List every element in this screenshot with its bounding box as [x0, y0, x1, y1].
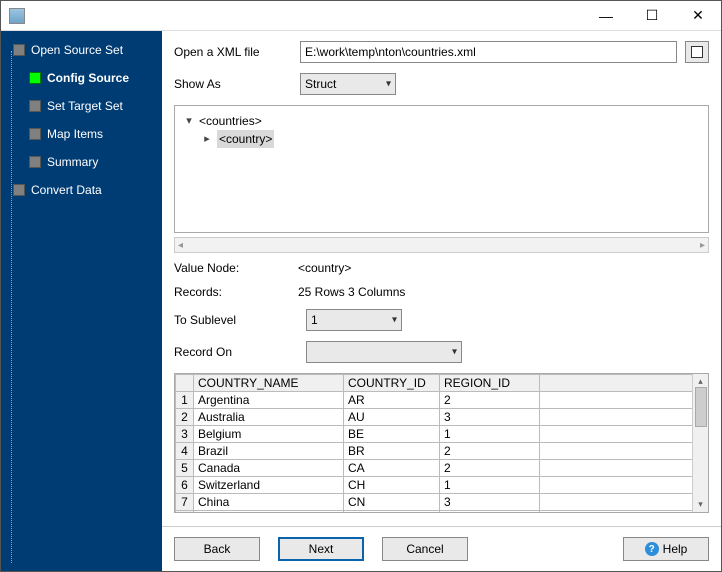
scroll-down-icon[interactable]: ▾	[698, 499, 703, 510]
grid-corner	[176, 375, 194, 392]
nav-label: Config Source	[47, 71, 129, 85]
combo-value: 1	[311, 313, 318, 327]
records-value: 25 Rows 3 Columns	[298, 285, 405, 299]
show-as-label: Show As	[174, 77, 292, 91]
nav-label: Set Target Set	[47, 99, 123, 113]
xml-tree[interactable]: ▾ <countries> ▸ <country>	[174, 105, 709, 233]
nav-config-source[interactable]: Config Source	[5, 67, 158, 89]
record-on-combo[interactable]: ▾	[306, 341, 462, 363]
tree-hscroll[interactable]: ◂ ▸	[174, 237, 709, 253]
expand-icon[interactable]: ▸	[201, 130, 213, 148]
scroll-right-icon[interactable]: ▸	[700, 240, 705, 251]
xml-path-input[interactable]	[300, 41, 677, 63]
browse-icon	[691, 46, 703, 58]
grid-vscroll[interactable]: ▴ ▾	[692, 374, 708, 512]
record-on-label: Record On	[174, 345, 298, 359]
combo-value: Struct	[305, 77, 336, 91]
chevron-down-icon: ▾	[452, 347, 457, 358]
scroll-left-icon[interactable]: ◂	[178, 240, 183, 251]
main-panel: Open a XML file Show As Struct ▾ ▾ <coun…	[162, 31, 721, 571]
collapse-icon[interactable]: ▾	[183, 112, 195, 130]
nav-summary[interactable]: Summary	[5, 151, 158, 173]
grid-header[interactable]: REGION_ID	[440, 375, 540, 392]
close-button[interactable]: ✕	[675, 1, 721, 31]
scroll-up-icon[interactable]: ▴	[698, 376, 703, 387]
wizard-sidebar: Open Source Set Config Source Set Target…	[1, 31, 162, 571]
grid-table: COUNTRY_NAME COUNTRY_ID REGION_ID 1Argen…	[175, 374, 692, 513]
scroll-thumb[interactable]	[695, 387, 707, 427]
step-icon	[29, 100, 41, 112]
nav-label: Map Items	[47, 127, 103, 141]
nav-label: Convert Data	[31, 183, 102, 197]
minimize-button[interactable]: —	[583, 1, 629, 31]
back-button[interactable]: Back	[174, 537, 260, 561]
chevron-down-icon: ▾	[386, 79, 391, 90]
to-sublevel-combo[interactable]: 1 ▾	[306, 309, 402, 331]
table-row[interactable]: 6SwitzerlandCH1	[176, 477, 693, 494]
table-row[interactable]: 5CanadaCA2	[176, 460, 693, 477]
tree-node-label: <country>	[217, 130, 274, 148]
table-row[interactable]: 1ArgentinaAR2	[176, 392, 693, 409]
table-row[interactable]: 3BelgiumBE1	[176, 426, 693, 443]
grid-header-filler	[540, 375, 693, 392]
nav-convert-data[interactable]: Convert Data	[5, 179, 158, 201]
button-bar: Back Next Cancel ? Help	[162, 526, 721, 571]
step-icon	[13, 44, 25, 56]
nav-open-source-set[interactable]: Open Source Set	[5, 39, 158, 61]
value-node-label: Value Node:	[174, 261, 298, 275]
step-icon	[13, 184, 25, 196]
tree-node-label: <countries>	[199, 112, 262, 130]
help-button[interactable]: ? Help	[623, 537, 709, 561]
step-icon	[29, 128, 41, 140]
browse-button[interactable]	[685, 41, 709, 63]
chevron-down-icon: ▾	[392, 315, 397, 326]
step-icon	[29, 156, 41, 168]
to-sublevel-label: To Sublevel	[174, 313, 298, 327]
help-icon: ?	[645, 542, 659, 556]
grid-header[interactable]: COUNTRY_NAME	[194, 375, 344, 392]
preview-grid[interactable]: COUNTRY_NAME COUNTRY_ID REGION_ID 1Argen…	[174, 373, 709, 513]
table-row[interactable]: 8GermanyDE1	[176, 511, 693, 514]
open-xml-label: Open a XML file	[174, 45, 292, 59]
next-button[interactable]: Next	[278, 537, 364, 561]
tree-node-root[interactable]: ▾ <countries>	[183, 112, 700, 130]
nav-label: Summary	[47, 155, 98, 169]
records-label: Records:	[174, 285, 298, 299]
titlebar: — ☐ ✕	[1, 1, 721, 31]
maximize-button[interactable]: ☐	[629, 1, 675, 31]
step-icon	[29, 72, 41, 84]
table-row[interactable]: 4BrazilBR2	[176, 443, 693, 460]
show-as-combo[interactable]: Struct ▾	[300, 73, 396, 95]
cancel-button[interactable]: Cancel	[382, 537, 468, 561]
table-row[interactable]: 2AustraliaAU3	[176, 409, 693, 426]
nav-set-target-set[interactable]: Set Target Set	[5, 95, 158, 117]
nav-map-items[interactable]: Map Items	[5, 123, 158, 145]
nav-label: Open Source Set	[31, 43, 123, 57]
app-icon	[9, 8, 25, 24]
value-node-value: <country>	[298, 261, 351, 275]
grid-header[interactable]: COUNTRY_ID	[344, 375, 440, 392]
tree-node-child[interactable]: ▸ <country>	[183, 130, 700, 148]
table-row[interactable]: 7ChinaCN3	[176, 494, 693, 511]
